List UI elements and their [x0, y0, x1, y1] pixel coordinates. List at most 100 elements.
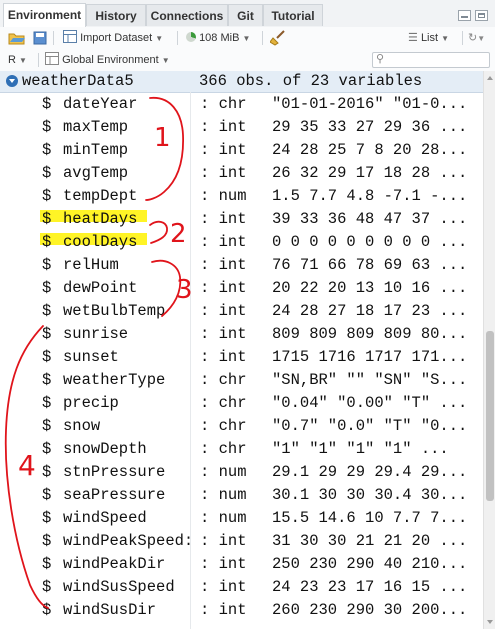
variable-type: : chr	[200, 394, 247, 412]
scroll-up-icon[interactable]	[487, 76, 493, 80]
refresh-icon[interactable]: ↻▼	[468, 27, 485, 49]
variable-type: : int	[200, 325, 247, 343]
variable-row[interactable]: $ windSusSpeed: int 24 23 23 17 16 15 ...	[0, 576, 483, 599]
variable-row[interactable]: $ windSusDir: int 260 230 290 30 200...	[0, 599, 483, 622]
variable-row[interactable]: $ maxTemp: int 29 35 33 27 29 36 ...	[0, 116, 483, 139]
variable-row[interactable]: $ seaPressure: num 30.1 30 30 30.4 30...	[0, 484, 483, 507]
maximize-pane-button[interactable]	[475, 10, 488, 21]
variable-type: : int	[200, 210, 247, 228]
variable-preview: 76 71 66 78 69 63 ...	[272, 256, 468, 274]
variable-row[interactable]: $ heatDays: int 39 33 36 48 47 37 ...	[0, 208, 483, 231]
column-marker: $	[42, 509, 52, 527]
variable-preview: "1" "1" "1" "1" ...	[272, 440, 449, 458]
expand-toggle-icon[interactable]	[6, 75, 18, 87]
column-marker: $	[42, 141, 52, 159]
variable-row[interactable]: $ sunset: int 1715 1716 1717 171...	[0, 346, 483, 369]
variable-type: : int	[200, 555, 247, 573]
variable-preview: 24 28 25 7 8 20 28...	[272, 141, 468, 159]
column-marker: $	[42, 394, 52, 412]
variable-row[interactable]: $ snow: chr "0.7" "0.0" "T" "0...	[0, 415, 483, 438]
variable-row[interactable]: $ weatherType: chr "SN,BR" "" "SN" "S...	[0, 369, 483, 392]
import-dataset-menu[interactable]: Import Dataset ▼	[63, 27, 163, 49]
scrollbar-thumb[interactable]	[486, 331, 494, 501]
grid-icon	[45, 52, 59, 65]
view-mode-label: List	[420, 32, 439, 44]
list-icon: ☰	[408, 32, 418, 44]
variable-type: : chr	[200, 371, 247, 389]
variable-preview: 1715 1716 1717 171...	[272, 348, 468, 366]
column-marker: $	[42, 601, 52, 619]
tab-tutorial[interactable]: Tutorial	[263, 4, 323, 26]
tab-environment[interactable]: Environment	[3, 3, 86, 28]
language-label: R	[8, 54, 16, 66]
variable-type: : int	[200, 233, 247, 251]
column-marker: $	[42, 555, 52, 573]
variable-preview: 26 32 29 17 18 28 ...	[272, 164, 468, 182]
variable-row[interactable]: $ relHum: int 76 71 66 78 69 63 ...	[0, 254, 483, 277]
tab-git[interactable]: Git	[228, 4, 263, 26]
search-input[interactable]: ⚲	[372, 52, 490, 68]
vertical-scrollbar[interactable]	[483, 71, 495, 629]
minimize-pane-button[interactable]	[458, 10, 471, 21]
variable-row[interactable]: $ precip: chr "0.04" "0.00" "T" ...	[0, 392, 483, 415]
broom-icon[interactable]	[269, 27, 286, 49]
variable-name: stnPressure	[63, 463, 166, 481]
environment-scope-menu[interactable]: Global Environment ▼	[45, 49, 170, 71]
variable-type: : int	[200, 279, 247, 297]
variable-row[interactable]: $ dewPoint: int 20 22 20 13 10 16 ...	[0, 277, 483, 300]
variable-preview: 809 809 809 809 80...	[272, 325, 468, 343]
variable-name: heatDays	[63, 210, 138, 228]
tab-connections[interactable]: Connections	[146, 4, 228, 26]
variable-name: snowDepth	[63, 440, 147, 458]
column-marker: $	[42, 95, 52, 113]
variable-type: : int	[200, 302, 247, 320]
pane-tab-bar: Environment History Connections Git Tuto…	[0, 0, 495, 28]
language-menu[interactable]: R ▼	[8, 49, 27, 71]
variable-row[interactable]: $ windSpeed: num 15.5 14.6 10 7.7 7...	[0, 507, 483, 530]
variable-row[interactable]: $ wetBulbTemp: int 24 28 27 18 17 23 ...	[0, 300, 483, 323]
variable-row[interactable]: $ minTemp: int 24 28 25 7 8 20 28...	[0, 139, 483, 162]
variable-row[interactable]: $ windPeakSpeed:: int 31 30 30 21 21 20 ..…	[0, 530, 483, 553]
variable-type: : chr	[200, 440, 247, 458]
variable-row[interactable]: $ tempDept: num 1.5 7.7 4.8 -7.1 -...	[0, 185, 483, 208]
variable-row[interactable]: $ sunrise: int 809 809 809 809 80...	[0, 323, 483, 346]
variable-preview: 260 230 290 30 200...	[272, 601, 468, 619]
tab-history[interactable]: History	[86, 4, 146, 26]
variable-preview: 29.1 29 29 29.4 29...	[272, 463, 468, 481]
variable-name: relHum	[63, 256, 119, 274]
save-icon[interactable]	[33, 27, 47, 49]
environment-scope-bar: R ▼ Global Environment ▼ ⚲	[0, 49, 495, 72]
chevron-down-icon: ▼	[242, 34, 251, 43]
scroll-down-icon[interactable]	[487, 620, 493, 624]
variable-row[interactable]: $ avgTemp: int 26 32 29 17 18 28 ...	[0, 162, 483, 185]
variable-name: minTemp	[63, 141, 129, 159]
variable-preview: 15.5 14.6 10 7.7 7...	[272, 509, 468, 527]
variable-row[interactable]: $ dateYear: chr "01-01-2016" "01-0...	[0, 93, 483, 116]
variable-name: dateYear	[63, 95, 138, 113]
variable-type: : num	[200, 463, 247, 481]
chevron-down-icon: ▼	[19, 56, 27, 65]
environment-object-list: weatherData5 366 obs. of 23 variables $ d…	[0, 71, 483, 629]
view-mode-menu[interactable]: ☰ List ▼	[408, 27, 449, 49]
variable-type: : int	[200, 164, 247, 182]
chevron-down-icon: ▼	[441, 34, 450, 43]
column-marker: $	[42, 302, 52, 320]
open-folder-icon[interactable]	[8, 27, 26, 49]
memory-usage-menu[interactable]: 108 MiB ▼	[186, 27, 250, 49]
column-marker: $	[42, 118, 52, 136]
column-marker: $	[42, 578, 52, 596]
variable-row[interactable]: $ stnPressure: num 29.1 29 29 29.4 29...	[0, 461, 483, 484]
column-marker: $	[42, 371, 52, 389]
variable-name: sunset	[63, 348, 119, 366]
column-marker: $	[42, 233, 52, 251]
variable-row[interactable]: $ windPeakDir: int 250 230 290 40 210...	[0, 553, 483, 576]
variable-row[interactable]: $ snowDepth: chr "1" "1" "1" "1" ...	[0, 438, 483, 461]
memory-usage-label: 108 MiB	[199, 32, 240, 44]
column-marker: $	[42, 164, 52, 182]
data-frame-row[interactable]: weatherData5 366 obs. of 23 variables	[0, 71, 483, 93]
variable-preview: 20 22 20 13 10 16 ...	[272, 279, 468, 297]
variable-row[interactable]: $ coolDays: int 0 0 0 0 0 0 0 0 0 ...	[0, 231, 483, 254]
column-marker: $	[42, 279, 52, 297]
search-icon: ⚲	[376, 53, 385, 65]
variable-type: : int	[200, 601, 247, 619]
